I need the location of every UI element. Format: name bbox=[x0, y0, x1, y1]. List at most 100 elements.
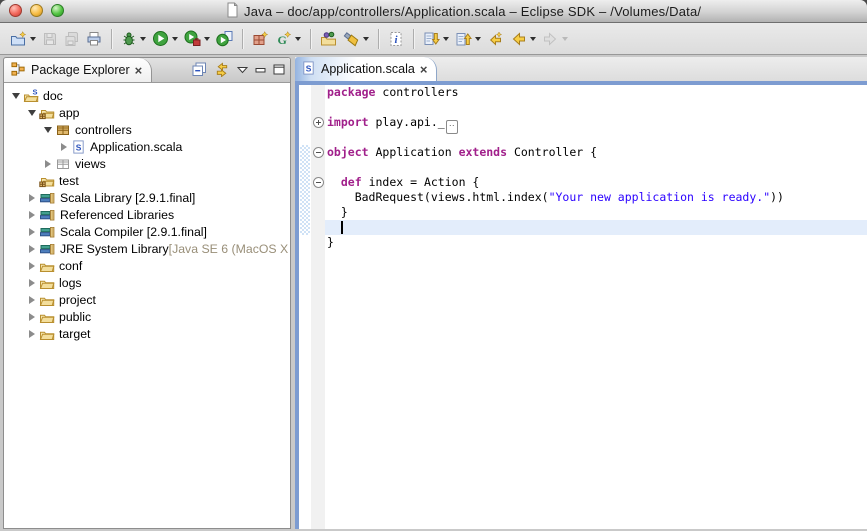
close-window-button[interactable] bbox=[9, 4, 22, 17]
expand-arrow-icon[interactable] bbox=[24, 245, 39, 253]
title-bar[interactable]: Java – doc/app/controllers/Application.s… bbox=[0, 0, 867, 23]
expand-arrow-icon[interactable] bbox=[24, 211, 39, 219]
dropdown-arrow-icon[interactable] bbox=[140, 37, 146, 41]
tree-item-scala[interactable]: Scala Compiler [2.9.1.final] bbox=[4, 223, 290, 240]
back-button[interactable] bbox=[508, 27, 538, 51]
code-line[interactable] bbox=[325, 130, 867, 145]
dropdown-arrow-icon[interactable] bbox=[562, 37, 568, 41]
run-external-tools-button[interactable] bbox=[182, 27, 212, 51]
code-area[interactable]: package controllers import play.api._··ob… bbox=[325, 85, 867, 529]
new-wizard-button[interactable] bbox=[8, 27, 38, 51]
fold-collapse-icon[interactable] bbox=[313, 147, 324, 158]
expand-arrow-icon[interactable] bbox=[24, 228, 39, 236]
new-java-project-button[interactable] bbox=[250, 27, 271, 51]
code-line[interactable]: import play.api._·· bbox=[325, 115, 867, 130]
collapse-arrow-icon[interactable] bbox=[8, 93, 23, 99]
next-annotation-icon bbox=[423, 31, 440, 47]
code-line[interactable]: package controllers bbox=[325, 85, 867, 100]
editor-tab-application-scala[interactable]: S Application.scala × bbox=[295, 57, 437, 81]
document-icon bbox=[226, 2, 239, 21]
expand-arrow-icon[interactable] bbox=[24, 313, 39, 321]
view-menu-button[interactable] bbox=[237, 66, 248, 74]
code-line[interactable]: def index = Action { bbox=[325, 175, 867, 190]
expand-arrow-icon[interactable] bbox=[40, 160, 55, 168]
range-indicator bbox=[300, 145, 310, 235]
tree-item-conf[interactable]: conf bbox=[4, 257, 290, 274]
close-editor-icon[interactable]: × bbox=[420, 63, 428, 76]
toolbar-separator bbox=[242, 29, 243, 49]
open-element-button[interactable] bbox=[318, 27, 339, 51]
search-icon bbox=[343, 31, 360, 47]
code-line[interactable] bbox=[325, 100, 867, 115]
toolbar-separator bbox=[378, 29, 379, 49]
fold-expand-icon[interactable] bbox=[313, 117, 324, 128]
expand-arrow-icon[interactable] bbox=[24, 262, 39, 270]
scala-project-icon: S bbox=[23, 88, 39, 104]
code-line[interactable]: } bbox=[325, 235, 867, 250]
zoom-window-button[interactable] bbox=[51, 4, 64, 17]
toolbar-separator bbox=[413, 29, 414, 49]
package-explorer-view-tab[interactable]: Package Explorer × bbox=[4, 58, 152, 82]
previous-annotation-button[interactable] bbox=[453, 27, 483, 51]
run-button[interactable] bbox=[150, 27, 180, 51]
run-coverage-button[interactable] bbox=[214, 27, 235, 51]
expand-arrow-icon[interactable] bbox=[24, 330, 39, 338]
tree-item-referenced[interactable]: Referenced Libraries bbox=[4, 206, 290, 223]
collapse-arrow-icon[interactable] bbox=[24, 110, 39, 116]
search-button[interactable] bbox=[341, 27, 371, 51]
show-source-info-button[interactable]: i bbox=[386, 27, 406, 51]
collapse-all-button[interactable] bbox=[192, 62, 207, 77]
code-line[interactable]: BadRequest(views.html.index("Your new ap… bbox=[325, 190, 867, 205]
code-line[interactable] bbox=[325, 160, 867, 175]
tree-item-public[interactable]: public bbox=[4, 308, 290, 325]
code-line[interactable]: } bbox=[325, 205, 867, 220]
tree-item-label: controllers bbox=[75, 123, 132, 137]
expand-arrow-icon[interactable] bbox=[24, 279, 39, 287]
dropdown-arrow-icon[interactable] bbox=[475, 37, 481, 41]
dropdown-arrow-icon[interactable] bbox=[30, 37, 36, 41]
debug-button[interactable] bbox=[119, 27, 148, 51]
collapse-arrow-icon[interactable] bbox=[40, 127, 55, 133]
close-view-icon[interactable]: × bbox=[135, 64, 143, 77]
tree-item-logs[interactable]: logs bbox=[4, 274, 290, 291]
tree-item-app[interactable]: app bbox=[4, 104, 290, 121]
link-with-editor-button[interactable] bbox=[214, 62, 230, 77]
tree-item-application.scala[interactable]: SApplication.scala bbox=[4, 138, 290, 155]
expand-arrow-icon[interactable] bbox=[56, 143, 71, 151]
package-explorer-icon bbox=[11, 61, 26, 80]
tree-item-scala[interactable]: Scala Library [2.9.1.final] bbox=[4, 189, 290, 206]
tree-item-label: Application.scala bbox=[90, 140, 182, 154]
current-code-line[interactable] bbox=[325, 220, 867, 235]
next-annotation-button[interactable] bbox=[421, 27, 451, 51]
code-line[interactable]: object Application extends Controller { bbox=[325, 145, 867, 160]
expand-arrow-icon[interactable] bbox=[24, 194, 39, 202]
folded-region-icon[interactable]: ·· bbox=[446, 120, 458, 134]
annotation-ruler[interactable] bbox=[299, 85, 311, 529]
dropdown-arrow-icon[interactable] bbox=[443, 37, 449, 41]
tree-item-test[interactable]: test bbox=[4, 172, 290, 189]
tree-item-label: project bbox=[59, 293, 96, 307]
minimize-window-button[interactable] bbox=[30, 4, 43, 17]
tree-item-doc[interactable]: Sdoc bbox=[4, 87, 290, 104]
dropdown-arrow-icon[interactable] bbox=[530, 37, 536, 41]
tree-item-views[interactable]: views bbox=[4, 155, 290, 172]
dropdown-arrow-icon[interactable] bbox=[204, 37, 210, 41]
tree-item-project[interactable]: project bbox=[4, 291, 290, 308]
tree-item-label: target bbox=[59, 327, 90, 341]
print-button[interactable] bbox=[84, 27, 104, 51]
package-empty-icon bbox=[55, 156, 71, 172]
tree-item-target[interactable]: target bbox=[4, 325, 290, 342]
dropdown-arrow-icon[interactable] bbox=[363, 37, 369, 41]
tree-item-controllers[interactable]: controllers bbox=[4, 121, 290, 138]
fold-margin[interactable] bbox=[311, 85, 325, 529]
expand-arrow-icon[interactable] bbox=[24, 296, 39, 304]
last-edit-location-button[interactable] bbox=[485, 27, 506, 51]
new-g-wizard-button[interactable]: G bbox=[273, 27, 303, 51]
fold-collapse-icon[interactable] bbox=[313, 177, 324, 188]
minimize-view-button[interactable] bbox=[255, 66, 266, 74]
tree-item-jre[interactable]: JRE System Library [Java SE 6 (MacOS X D… bbox=[4, 240, 290, 257]
tree-item-label: views bbox=[75, 157, 106, 171]
dropdown-arrow-icon[interactable] bbox=[172, 37, 178, 41]
maximize-view-button[interactable] bbox=[273, 64, 285, 75]
dropdown-arrow-icon[interactable] bbox=[295, 37, 301, 41]
